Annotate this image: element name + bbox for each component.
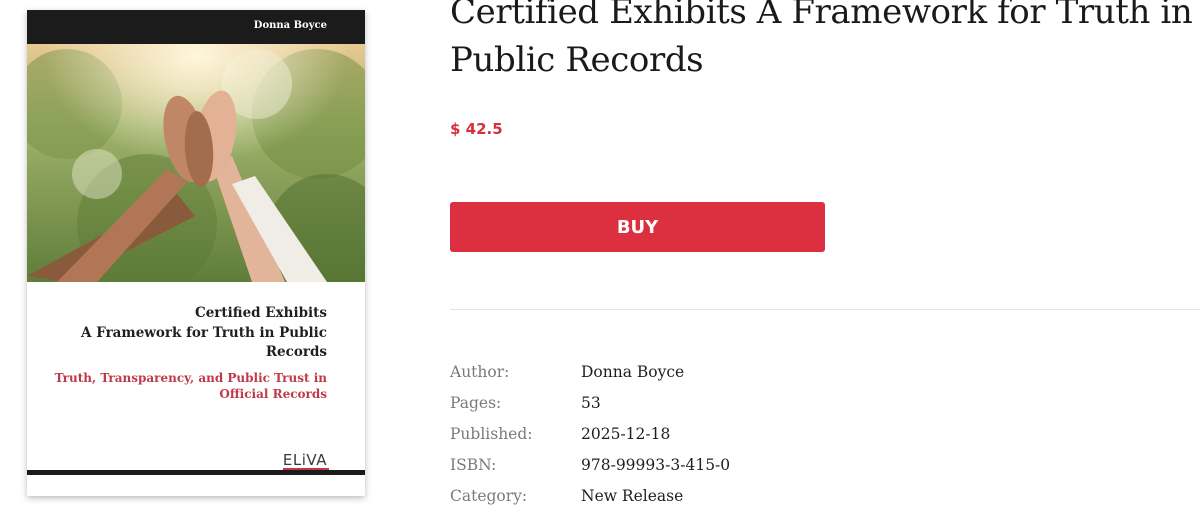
detail-value-author: Donna Boyce [581, 362, 685, 381]
detail-value-category: New Release [581, 486, 684, 505]
detail-row-isbn: ISBN: 978-99993-3-415-0 [450, 449, 1190, 480]
cover-title-line: Certified Exhibits [194, 305, 327, 321]
cover-subtitle-line: Official Records [219, 387, 327, 401]
cover-photo [27, 44, 365, 282]
product-title: Certified Exhibits A Framework for Truth… [450, 0, 1200, 84]
buy-button[interactable]: BUY [450, 202, 825, 252]
detail-row-author: Author: Donna Boyce [450, 356, 1190, 387]
detail-label: Published: [450, 424, 533, 443]
cover-bottom-band [27, 470, 365, 475]
product-price: $ 42.5 [450, 120, 503, 138]
detail-label: Author: [450, 362, 510, 381]
cover-top-band: Donna Boyce [27, 10, 365, 44]
detail-label: Category: [450, 486, 528, 505]
cover-subtitle: Truth, Transparency, and Public Trust in… [47, 370, 327, 402]
detail-value-isbn: 978-99993-3-415-0 [581, 455, 731, 474]
divider [450, 309, 1200, 310]
book-cover[interactable]: Donna Boyce Certified Exhibits A Framewo… [27, 10, 365, 496]
cover-author: Donna Boyce [253, 20, 327, 31]
book-details-table: Author: Donna Boyce Pages: 53 Published:… [450, 356, 1190, 511]
cover-title: Certified Exhibits A Framework for Truth… [47, 304, 327, 363]
detail-row-category: Category: New Release [450, 480, 1190, 511]
detail-row-published: Published: 2025-12-18 [450, 418, 1190, 449]
detail-label: ISBN: [450, 455, 497, 474]
cover-title-line: A Framework for Truth in Public [81, 324, 327, 341]
publisher-logo: ELiVA [282, 451, 327, 469]
cover-subtitle-line: Truth, Transparency, and Public Trust in [54, 371, 327, 385]
product-title-line: Public Records [450, 40, 704, 80]
detail-value-published: 2025-12-18 [581, 424, 671, 443]
product-title-line: Certified Exhibits A Framework for Truth… [450, 0, 1193, 32]
detail-value-pages: 53 [581, 393, 601, 412]
detail-label: Pages: [450, 393, 502, 412]
detail-row-pages: Pages: 53 [450, 387, 1190, 418]
cover-title-line: Records [265, 344, 327, 360]
